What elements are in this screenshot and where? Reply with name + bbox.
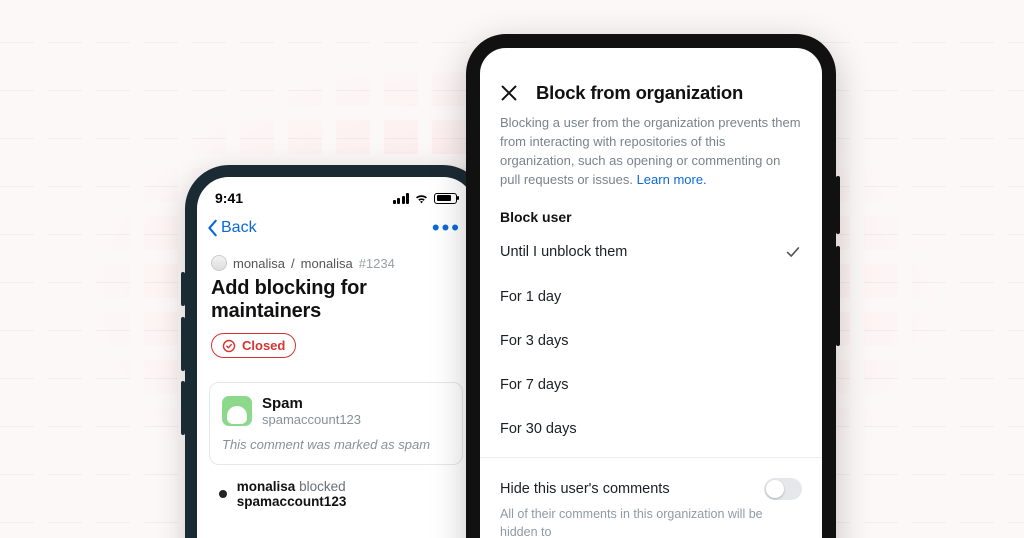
event-verb: blocked [299,479,346,494]
option-label: For 30 days [500,421,577,437]
comment-card[interactable]: Spam spamaccount123 This comment was mar… [209,382,463,465]
block-option-30-days[interactable]: For 30 days [480,407,822,451]
option-label: For 7 days [500,377,569,393]
hide-comments-subtext: All of their comments in this organizati… [480,504,822,538]
sheet-description: Blocking a user from the organization pr… [480,110,822,199]
hide-comments-toggle-row[interactable]: Hide this user's comments [480,464,822,504]
android-side-button [836,246,840,346]
event-target: spamaccount123 [237,494,347,509]
iphone-side-button [181,381,185,435]
timeline-dot-icon [219,490,227,498]
learn-more-link[interactable]: Learn more. [637,172,707,187]
android-device-frame: Block from organization Blocking a user … [466,34,836,538]
author-avatar-icon [222,396,252,426]
hide-comments-label: Hide this user's comments [500,481,670,497]
breadcrumb-owner: monalisa [233,256,285,271]
block-option-1-day[interactable]: For 1 day [480,275,822,319]
issue-header: monalisa / monalisa #1234 Add blocking f… [197,249,475,368]
checkmark-icon [784,243,802,261]
option-label: For 3 days [500,333,569,349]
event-actor: monalisa [237,479,296,494]
author-handle: spamaccount123 [262,412,361,427]
block-option-7-days[interactable]: For 7 days [480,363,822,407]
status-time: 9:41 [215,190,243,206]
back-button[interactable]: Back [207,219,257,237]
close-button[interactable] [498,82,520,104]
breadcrumb-separator: / [291,256,295,271]
author-name: Spam [262,395,361,412]
hide-comments-switch[interactable] [764,478,802,500]
issue-number: #1234 [359,256,395,271]
ios-nav-bar: Back ••• [197,213,475,249]
chevron-left-icon [207,219,219,237]
breadcrumb-repo: monalisa [301,256,353,271]
spam-notice: This comment was marked as spam [210,429,462,464]
iphone-device-frame: 9:41 Back ••• monalisa / monalisa #1234 [185,165,487,538]
timeline-event: monalisa blocked spamaccount123 [219,479,453,509]
wifi-icon [414,193,429,204]
issue-state-label: Closed [242,338,285,353]
sheet-title: Block from organization [536,82,743,104]
sheet-header: Block from organization [480,48,822,110]
divider [480,457,822,458]
more-actions-button[interactable]: ••• [432,215,465,241]
ios-status-bar: 9:41 [197,177,475,213]
issue-title: Add blocking for maintainers [211,277,461,323]
option-label: Until I unblock them [500,244,627,260]
cellular-signal-icon [393,193,410,204]
breadcrumb[interactable]: monalisa / monalisa #1234 [211,255,461,271]
issue-state-badge: Closed [211,333,296,358]
owner-avatar-icon [211,255,227,271]
block-option-3-days[interactable]: For 3 days [480,319,822,363]
android-screen: Block from organization Blocking a user … [480,48,822,538]
back-label: Back [221,219,257,237]
iphone-side-button [181,272,185,306]
iphone-side-button [181,317,185,371]
block-duration-heading: Block user [480,199,822,229]
closed-state-icon [222,339,236,353]
comment-author: Spam spamaccount123 [210,383,462,429]
battery-icon [434,193,457,204]
iphone-screen: 9:41 Back ••• monalisa / monalisa #1234 [197,177,475,538]
option-label: For 1 day [500,289,561,305]
android-side-button [836,176,840,234]
block-option-until-unblock[interactable]: Until I unblock them [480,229,822,275]
